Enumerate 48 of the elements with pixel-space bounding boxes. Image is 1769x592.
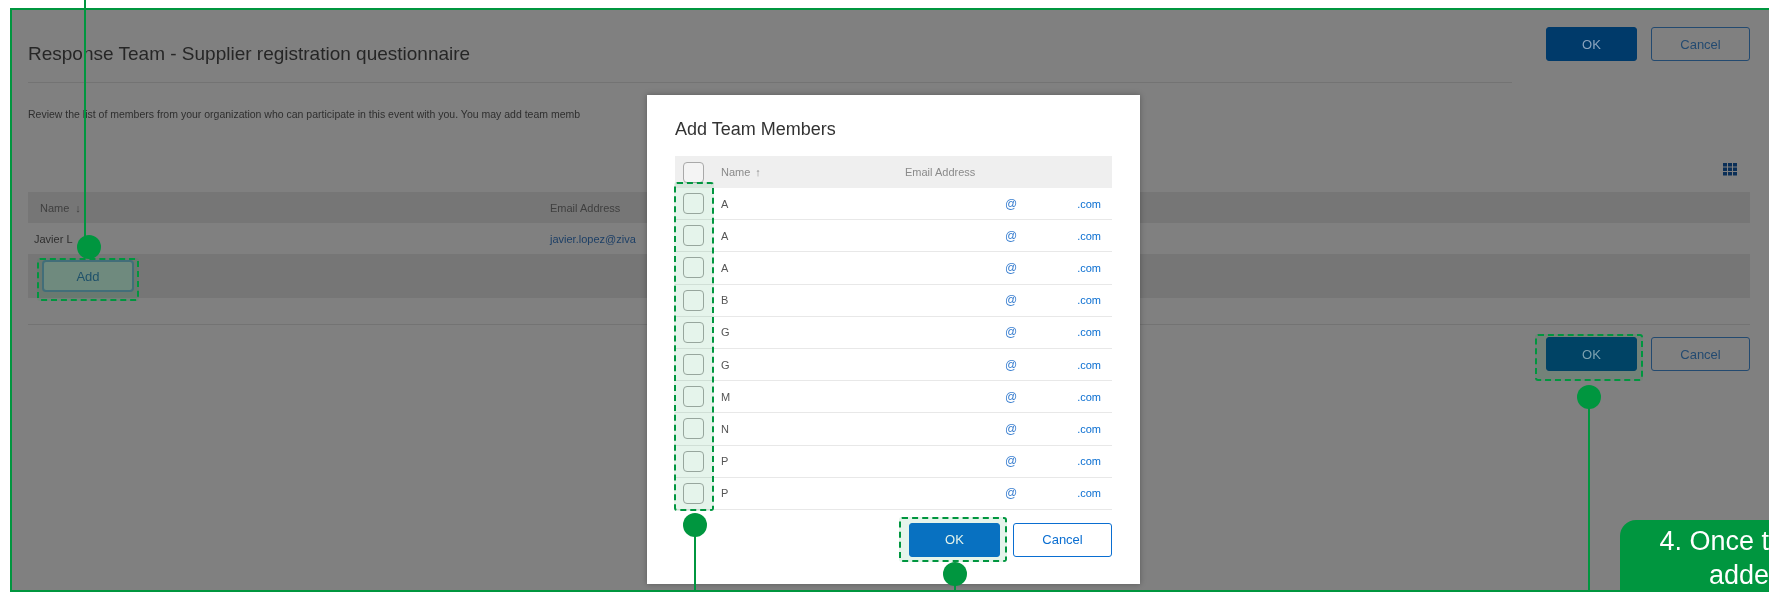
email-at-sign: @: [1005, 325, 1018, 340]
member-name: B: [721, 294, 729, 307]
email-domain: .com: [1077, 358, 1102, 371]
member-name: P: [721, 487, 729, 500]
ok-button[interactable]: OK: [1546, 27, 1637, 61]
select-all-checkbox[interactable]: [683, 161, 704, 183]
add-button[interactable]: Add: [42, 260, 134, 292]
sort-icon: ↑: [755, 166, 761, 178]
email-domain: .com: [1077, 197, 1102, 210]
member-name: N: [721, 422, 729, 435]
email-at-sign: @: [1005, 486, 1018, 501]
column-header[interactable]: Email Address: [905, 166, 976, 178]
cancel-button[interactable]: Cancel: [1651, 337, 1750, 371]
member-name: Javier L: [34, 232, 73, 245]
email-domain: .com: [1077, 422, 1102, 435]
email-domain: .com: [1077, 326, 1102, 339]
member-name: A: [721, 261, 729, 274]
email-domain: .com: [1077, 390, 1102, 403]
email-domain: .com: [1077, 229, 1102, 242]
email-at-sign: @: [1005, 228, 1018, 243]
cancel-button[interactable]: Cancel: [1013, 522, 1112, 557]
email-at-sign: @: [1005, 421, 1018, 436]
callout-text: adde: [1708, 559, 1769, 592]
sort-icon: ↓: [75, 201, 81, 214]
email-domain: .com: [1077, 487, 1102, 500]
email-domain: .com: [1077, 294, 1102, 307]
email-at-sign: @: [1005, 293, 1018, 308]
member-name: M: [721, 390, 731, 403]
member-name: P: [721, 455, 729, 468]
email-at-sign: @: [1005, 196, 1018, 211]
email-domain: .com: [1077, 455, 1102, 468]
member-name: G: [721, 358, 730, 371]
table-settings-icon[interactable]: [1723, 163, 1737, 176]
email-domain: .com: [1077, 261, 1102, 274]
column-header[interactable]: Name: [721, 166, 751, 178]
member-name: A: [721, 229, 729, 242]
member-name: G: [721, 326, 730, 339]
email-at-sign: @: [1005, 357, 1018, 372]
member-name: A: [721, 197, 729, 210]
email-at-sign: @: [1005, 260, 1018, 275]
ok-button[interactable]: OK: [1546, 337, 1637, 371]
ok-button[interactable]: OK: [909, 522, 1000, 557]
cancel-button[interactable]: Cancel: [1651, 27, 1750, 61]
member-email: javier.lopez@ziva: [550, 232, 636, 245]
email-at-sign: @: [1005, 389, 1018, 404]
dialog-title: Add Team Members: [675, 118, 837, 141]
callout-text: 4. Once t: [1659, 525, 1769, 558]
email-at-sign: @: [1005, 454, 1018, 469]
